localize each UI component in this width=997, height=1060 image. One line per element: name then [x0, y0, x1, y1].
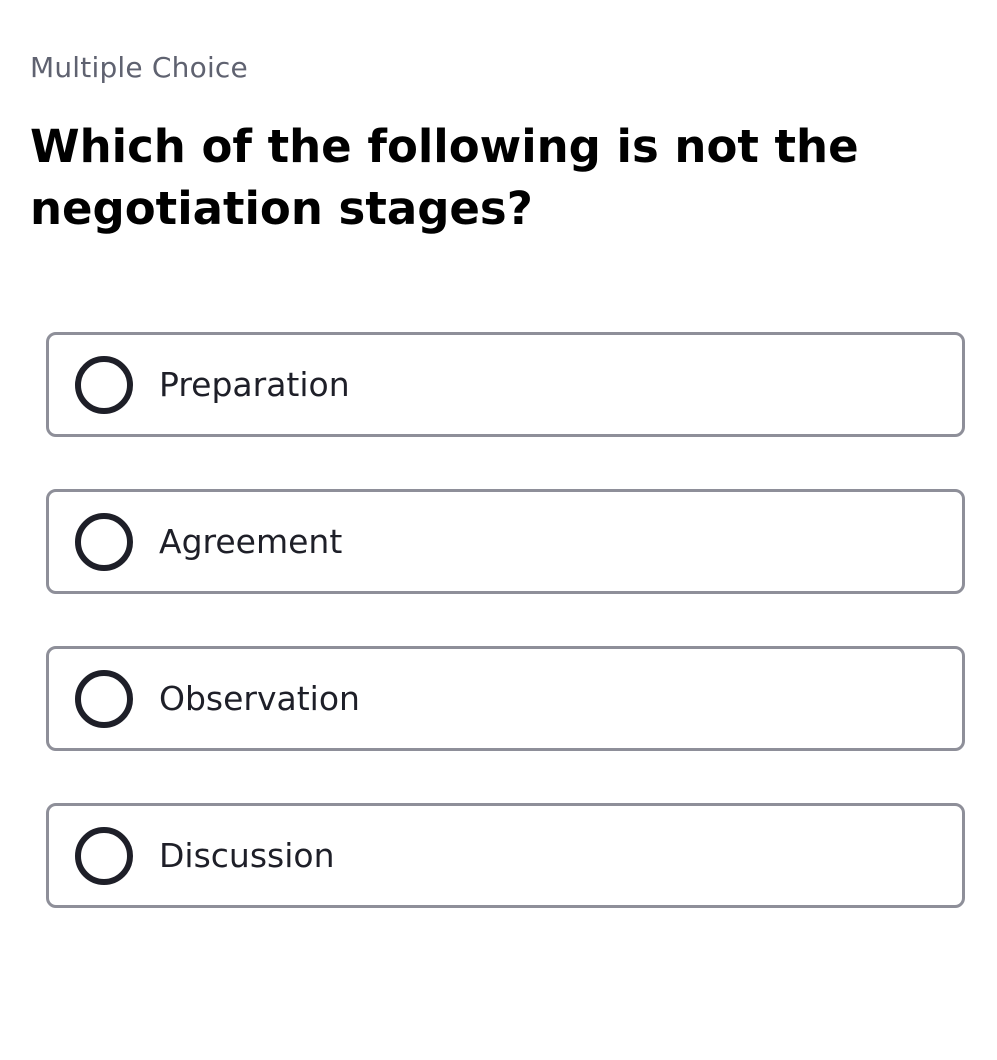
option-label: Preparation: [159, 364, 350, 404]
answer-options: Preparation Agreement Observation Discus…: [46, 332, 965, 960]
question-type-label: Multiple Choice: [30, 51, 248, 84]
option-discussion[interactable]: Discussion: [46, 803, 965, 908]
radio-unchecked-icon[interactable]: [75, 512, 133, 571]
option-label: Discussion: [159, 835, 335, 875]
option-label: Agreement: [159, 521, 343, 561]
radio-unchecked-icon[interactable]: [75, 826, 133, 885]
radio-unchecked-icon[interactable]: [75, 669, 133, 728]
radio-unchecked-icon[interactable]: [75, 355, 133, 414]
question-text: Which of the following is not the negoti…: [30, 120, 859, 235]
option-observation[interactable]: Observation: [46, 646, 965, 751]
option-preparation[interactable]: Preparation: [46, 332, 965, 437]
quiz-card: Multiple Choice Which of the following i…: [0, 0, 997, 1060]
option-agreement[interactable]: Agreement: [46, 489, 965, 594]
option-label: Observation: [159, 678, 360, 718]
